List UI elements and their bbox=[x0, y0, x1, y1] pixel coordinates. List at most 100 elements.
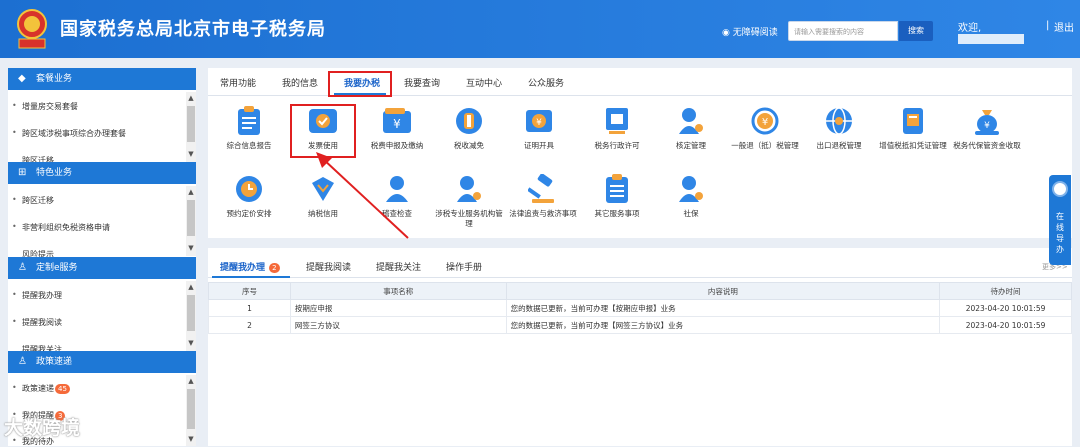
item-description: 您的数据已更新，当前可办理【按期应申报】业务 bbox=[505, 299, 941, 317]
scrollbar[interactable]: ▲ ▼ bbox=[186, 92, 196, 162]
service-declaration-payment[interactable]: ¥ 税费申报及缴纳 bbox=[362, 104, 432, 151]
sidebar-item[interactable]: 提醒我阅读 bbox=[12, 317, 62, 328]
scrollbar[interactable]: ▲ ▼ bbox=[186, 186, 196, 256]
search-input[interactable]: 请输入需要搜索的内容 bbox=[788, 21, 898, 41]
sidebar-item[interactable]: 跨区域涉税事项综合办理套餐 bbox=[12, 128, 126, 139]
tab-remind-handle[interactable]: 提醒我办理 2 bbox=[220, 260, 280, 273]
sidebar-section-title: 特色业务 bbox=[36, 168, 73, 178]
tax-emblem-logo bbox=[12, 6, 52, 52]
sidebar-section-custom[interactable]: ♙ 定制e服务 bbox=[8, 257, 196, 279]
user-gear-icon bbox=[674, 172, 708, 206]
search-button[interactable]: 搜索 bbox=[899, 21, 933, 41]
scroll-thumb[interactable] bbox=[187, 295, 195, 331]
scroll-down-icon[interactable]: ▼ bbox=[186, 339, 196, 347]
scroll-up-icon[interactable]: ▲ bbox=[186, 377, 196, 385]
item-name[interactable]: 按期应申报 bbox=[289, 299, 507, 317]
service-label: 证明开具 bbox=[524, 141, 554, 150]
item-description: 您的数据已更新，当前可办理【网签三方协议】业务 bbox=[505, 316, 941, 334]
sidebar-section-policy[interactable]: ♙ 政策速递 bbox=[8, 351, 196, 373]
service-export-refund[interactable]: 出口退税管理 bbox=[804, 104, 874, 151]
active-tab-underline bbox=[212, 276, 290, 278]
sidebar-item[interactable]: 跨区迁移 bbox=[12, 195, 54, 206]
tab-manual[interactable]: 操作手册 bbox=[446, 260, 482, 273]
scroll-up-icon[interactable]: ▲ bbox=[186, 94, 196, 102]
tab-public-service[interactable]: 公众服务 bbox=[528, 76, 564, 89]
service-admin-license[interactable]: 税务行政许可 bbox=[582, 104, 652, 151]
tab-remind-follow[interactable]: 提醒我关注 bbox=[376, 260, 421, 273]
scroll-up-icon[interactable]: ▲ bbox=[186, 188, 196, 196]
scrollbar[interactable]: ▲ ▼ bbox=[186, 281, 196, 351]
sidebar-item[interactable]: 提醒我办理 bbox=[12, 290, 62, 301]
service-info-report[interactable]: 综合信息报告 bbox=[214, 104, 284, 151]
money-bag-icon: ¥ bbox=[970, 104, 1004, 138]
tab-common[interactable]: 常用功能 bbox=[220, 76, 256, 89]
sidebar-section-special[interactable]: ⊞ 特色业务 bbox=[8, 162, 196, 184]
service-pricing[interactable]: 预约定价安排 bbox=[214, 172, 284, 219]
service-social-security[interactable]: 社保 bbox=[656, 172, 726, 219]
service-other[interactable]: 其它服务事项 bbox=[582, 172, 652, 219]
service-certificate[interactable]: ¥ 证明开具 bbox=[504, 104, 574, 151]
service-label: 税务代保管资金收取 bbox=[953, 141, 1021, 150]
service-label: 税收减免 bbox=[454, 141, 484, 150]
service-vat-voucher[interactable]: 增值税抵扣凭证管理 bbox=[878, 104, 948, 151]
accessibility-link[interactable]: ◉ 无障碍阅读 bbox=[722, 25, 778, 38]
service-label: 其它服务事项 bbox=[594, 209, 640, 218]
top-header: 国家税务总局北京市电子税务局 ◉ 无障碍阅读 请输入需要搜索的内容 搜索 欢迎,… bbox=[0, 0, 1080, 58]
scroll-down-icon[interactable]: ▼ bbox=[186, 150, 196, 158]
sidebar-item[interactable]: 增量房交易套餐 bbox=[12, 101, 78, 112]
service-label: 增值税抵扣凭证管理 bbox=[879, 141, 947, 150]
scroll-thumb[interactable] bbox=[187, 106, 195, 142]
tab-remind-read[interactable]: 提醒我阅读 bbox=[306, 260, 351, 273]
user-gear-icon bbox=[674, 104, 708, 138]
online-guide-label: 在线导办 bbox=[1056, 212, 1064, 254]
scroll-thumb[interactable] bbox=[187, 389, 195, 429]
service-label: 社保 bbox=[683, 209, 699, 218]
scrollbar[interactable]: ▲ ▼ bbox=[186, 375, 196, 446]
service-agency-management[interactable]: 涉税专业服务机构管理 bbox=[434, 172, 504, 229]
reminder-table: 序号 事项名称 内容说明 待办时间 1 按期应申报 您的数据已更新，当前可办理【… bbox=[208, 282, 1072, 334]
table-row[interactable]: 1 按期应申报 您的数据已更新，当前可办理【按期应申报】业务 2023-04-2… bbox=[208, 299, 1072, 317]
logout-link[interactable]: 退出 bbox=[1054, 19, 1074, 34]
count-badge: 2 bbox=[269, 263, 280, 273]
online-guide-tab[interactable]: 在线导办 bbox=[1049, 175, 1071, 265]
ticket-icon bbox=[896, 104, 930, 138]
scroll-thumb[interactable] bbox=[187, 200, 195, 236]
sidebar-section-title: 政策速递 bbox=[36, 357, 73, 367]
service-label: 法律追责与救济事项 bbox=[509, 209, 577, 218]
sidebar-item[interactable]: 政策速递45 bbox=[12, 383, 70, 394]
sidebar-section-title: 定制e服务 bbox=[36, 263, 78, 273]
service-fund-custody[interactable]: ¥ 税务代保管资金收取 bbox=[952, 104, 1022, 151]
service-tax-refund[interactable]: ¥ 一般退（抵）税管理 bbox=[730, 104, 800, 151]
red-arrow-annotation bbox=[316, 152, 409, 239]
reminder-tabs: 提醒我办理 2 提醒我阅读 提醒我关注 操作手册 更多>> bbox=[208, 248, 1072, 278]
tab-my-info[interactable]: 我的信息 bbox=[282, 76, 318, 89]
column-header: 序号 bbox=[208, 282, 291, 300]
clock-icon bbox=[232, 172, 266, 206]
service-tax-reduction[interactable]: 税收减免 bbox=[434, 104, 504, 151]
tab-query[interactable]: 我要查询 bbox=[404, 76, 440, 89]
sidebar-item[interactable]: 风险提示 bbox=[22, 249, 54, 257]
service-label: 出口退税管理 bbox=[816, 141, 862, 150]
sidebar-section-package[interactable]: ◆ 套餐业务 bbox=[8, 68, 196, 90]
column-header: 待办时间 bbox=[939, 282, 1072, 300]
username-redacted bbox=[958, 34, 1024, 44]
item-name[interactable]: 网签三方协议 bbox=[289, 316, 507, 334]
list-icon bbox=[600, 172, 634, 206]
table-row[interactable]: 2 网签三方协议 您的数据已更新，当前可办理【网签三方协议】业务 2023-04… bbox=[208, 316, 1072, 334]
sidebar-section-title: 套餐业务 bbox=[36, 74, 73, 84]
tab-highlight-box bbox=[328, 71, 392, 97]
tab-interaction[interactable]: 互动中心 bbox=[466, 76, 502, 89]
watermark: 大数跨境 bbox=[4, 417, 81, 439]
service-assessment[interactable]: 核定管理 bbox=[656, 104, 726, 151]
service-label: 涉税专业服务机构管理 bbox=[435, 209, 503, 228]
sidebar-item[interactable]: 非营利组织免税资格申请 bbox=[12, 222, 110, 233]
robot-icon bbox=[1052, 181, 1068, 197]
scroll-down-icon[interactable]: ▼ bbox=[186, 435, 196, 443]
service-label: 预约定价安排 bbox=[226, 209, 272, 218]
refund-cycle-icon: ¥ bbox=[748, 104, 782, 138]
scroll-up-icon[interactable]: ▲ bbox=[186, 283, 196, 291]
main-panel: 常用功能 我的信息 我要办税 我要查询 互动中心 公众服务 综合信息报告 发票使… bbox=[208, 68, 1072, 239]
service-legal-relief[interactable]: 法律追责与救济事项 bbox=[508, 172, 578, 219]
monitor-icon bbox=[600, 104, 634, 138]
scroll-down-icon[interactable]: ▼ bbox=[186, 244, 196, 252]
